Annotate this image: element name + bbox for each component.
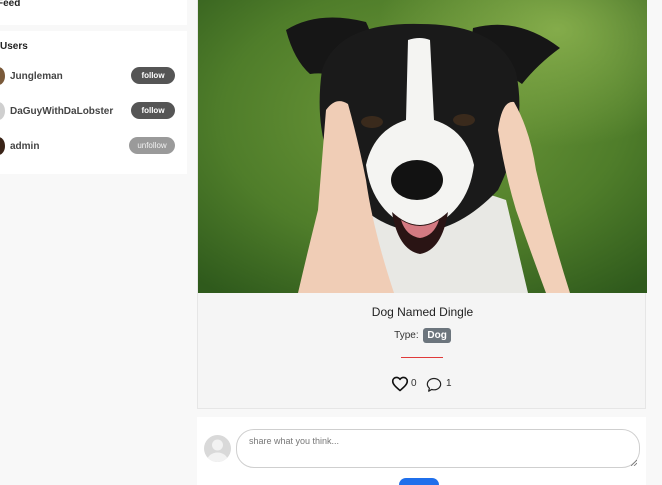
avatar (204, 435, 231, 462)
page: Feed Users Jungleman follow DaGuyWithDaL… (0, 0, 662, 485)
post-type: Type: Dog (198, 328, 647, 343)
type-badge: Dog (423, 328, 451, 343)
heart-icon[interactable] (391, 376, 409, 392)
post-card: Dog Named Dingle Type: Dog 0 1 (197, 0, 647, 409)
avatar[interactable] (0, 67, 5, 85)
users-panel: Users Jungleman follow DaGuyWithDaLobste… (0, 31, 187, 174)
post-type-label: Type: (394, 330, 419, 341)
unfollow-button[interactable]: unfollow (129, 137, 175, 154)
dog-photo (198, 0, 647, 293)
comment-count: 1 (446, 378, 452, 389)
feed-link[interactable]: Feed (0, 0, 20, 9)
user-row: DaGuyWithDaLobster follow (0, 100, 187, 124)
post-stats: 0 1 (198, 376, 647, 392)
user-row: admin unfollow (0, 135, 187, 159)
follow-button[interactable]: follow (131, 67, 175, 84)
submit-comment-button[interactable] (399, 478, 439, 485)
user-row: Jungleman follow (0, 65, 187, 89)
feed-card[interactable]: Feed (0, 0, 187, 25)
user-placeholder-icon (207, 439, 228, 462)
avatar[interactable] (0, 102, 5, 120)
user-name[interactable]: DaGuyWithDaLobster (10, 106, 113, 117)
user-name[interactable]: admin (10, 141, 39, 152)
users-panel-title: Users (0, 41, 28, 52)
post-title: Dog Named Dingle (371, 305, 474, 319)
post-image[interactable] (198, 0, 647, 293)
divider (401, 357, 443, 358)
follow-button[interactable]: follow (131, 102, 175, 119)
comment-icon[interactable] (426, 377, 442, 392)
comment-composer (197, 417, 646, 485)
resize-handle-icon[interactable] (631, 460, 637, 466)
comment-input[interactable] (236, 429, 640, 468)
like-count: 0 (411, 378, 417, 389)
user-name[interactable]: Jungleman (10, 71, 63, 82)
avatar[interactable] (0, 137, 5, 155)
